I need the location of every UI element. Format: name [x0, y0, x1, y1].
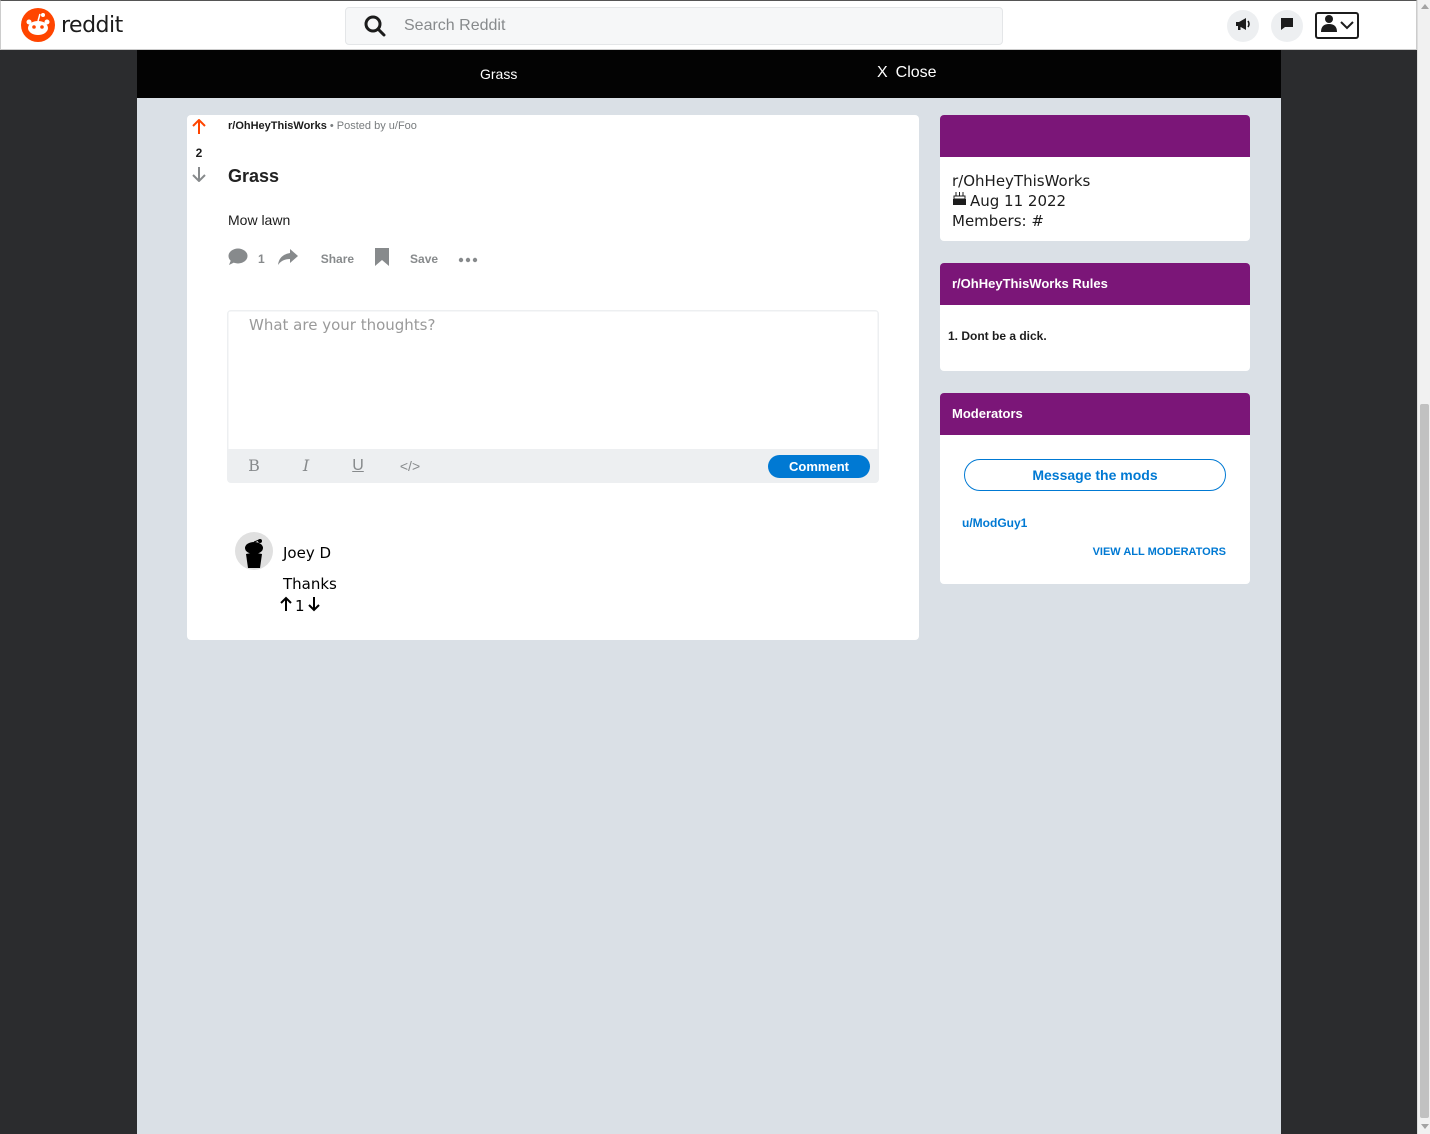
overlay-title: Grass — [480, 66, 518, 82]
editor-toolbar: B I U </> Comment — [228, 449, 878, 482]
reddit-logo[interactable]: reddit — [21, 8, 123, 42]
chevron-down-icon — [1340, 17, 1354, 35]
search-bar[interactable] — [345, 7, 1003, 45]
comment-upvote-icon[interactable] — [279, 596, 293, 616]
scroll-thumb[interactable] — [1420, 404, 1429, 1118]
about-widget-header — [940, 115, 1250, 157]
comment-votes: 1 — [279, 596, 321, 616]
comment-text: Thanks — [283, 575, 337, 593]
user-menu-button[interactable] — [1315, 12, 1359, 39]
user-icon — [1320, 14, 1338, 37]
bookmark-icon — [374, 247, 390, 270]
moderators-title: Moderators — [940, 393, 1250, 435]
search-icon — [346, 15, 404, 37]
post-body: Mow lawn — [228, 212, 291, 228]
about-community-widget: r/OhHeyThisWorks Aug 11 2022 Members: # — [940, 115, 1250, 241]
overlay-top-bar: Grass X Close — [137, 50, 1281, 98]
scroll-down-arrow-icon[interactable] — [1421, 1124, 1429, 1129]
code-icon[interactable]: </> — [384, 458, 436, 474]
vote-count: 2 — [195, 146, 203, 160]
comment-author[interactable]: Joey D — [283, 544, 331, 562]
vote-column: 2 — [191, 118, 207, 187]
comments-button[interactable]: 1 — [228, 248, 265, 269]
underline-icon[interactable]: U — [332, 457, 384, 475]
rule-item: 1. Dont be a dick. — [948, 329, 1047, 343]
comment-icon — [228, 248, 248, 269]
upvote-arrow-icon[interactable] — [192, 118, 206, 139]
comment-editor: B I U </> Comment — [227, 310, 879, 483]
comment-submit-button[interactable]: Comment — [768, 455, 870, 478]
moderator-link[interactable]: u/ModGuy1 — [962, 516, 1027, 530]
about-widget-body: r/OhHeyThisWorks Aug 11 2022 Members: # — [940, 157, 1250, 241]
search-input[interactable] — [404, 17, 964, 35]
post-card: 2 r/OhHeyThisWorks • Posted by u/Foo Gra… — [187, 115, 919, 640]
scroll-up-arrow-icon[interactable] — [1421, 4, 1429, 9]
avatar[interactable] — [235, 532, 273, 570]
advertise-button[interactable] — [1227, 10, 1259, 42]
italic-icon[interactable]: I — [280, 456, 332, 475]
post-overlay: Grass X Close 2 r/OhHeyThisWorks • Poste… — [137, 50, 1281, 1134]
comment-downvote-icon[interactable] — [307, 596, 321, 616]
more-options-button[interactable] — [458, 252, 478, 266]
created-date-row: Aug 11 2022 — [952, 191, 1238, 211]
community-name: r/OhHeyThisWorks — [952, 172, 1091, 190]
created-date: Aug 11 2022 — [970, 192, 1067, 210]
chat-icon — [1280, 17, 1294, 36]
downvote-arrow-icon[interactable] — [192, 167, 206, 186]
comment-textarea[interactable] — [229, 312, 877, 450]
megaphone-icon — [1235, 17, 1251, 36]
close-icon: X — [877, 64, 888, 81]
cake-icon — [952, 191, 967, 211]
moderators-widget: Moderators Message the mods u/ModGuy1 VI… — [940, 393, 1250, 584]
page-scrollbar[interactable] — [1417, 0, 1430, 1134]
rules-title: r/OhHeyThisWorks Rules — [940, 263, 1250, 305]
posted-by: • Posted by u/Foo — [329, 120, 417, 132]
app-name: reddit — [61, 12, 123, 38]
chat-button[interactable] — [1271, 10, 1303, 42]
view-all-moderators-link[interactable]: VIEW ALL MODERATORS — [1093, 546, 1226, 558]
rules-widget: r/OhHeyThisWorks Rules 1. Dont be a dick… — [940, 263, 1250, 371]
save-button[interactable]: Save — [374, 247, 438, 270]
post-meta: r/OhHeyThisWorks • Posted by u/Foo — [228, 120, 417, 132]
snoo-icon — [21, 8, 55, 42]
post-actions: 1 Share Save — [228, 247, 478, 270]
top-navbar: reddit — [0, 0, 1417, 50]
share-icon — [277, 248, 299, 269]
rules-list: 1. Dont be a dick. — [940, 305, 1250, 367]
bold-icon[interactable]: B — [228, 456, 280, 475]
message-mods-button[interactable]: Message the mods — [964, 459, 1226, 491]
save-label: Save — [410, 251, 439, 266]
post-title: Grass — [228, 166, 280, 186]
close-label: Close — [895, 64, 937, 81]
close-button[interactable]: X Close — [877, 64, 937, 82]
subreddit-link[interactable]: r/OhHeyThisWorks — [228, 120, 327, 132]
members-count: Members: # — [952, 212, 1044, 230]
share-button[interactable]: Share — [277, 248, 354, 269]
ellipsis-icon — [458, 252, 478, 266]
comment-vote-count: 1 — [295, 597, 305, 615]
comment-count: 1 — [258, 251, 265, 266]
share-label: Share — [320, 251, 355, 266]
moderators-body: Message the mods u/ModGuy1 VIEW ALL MODE… — [940, 435, 1250, 584]
